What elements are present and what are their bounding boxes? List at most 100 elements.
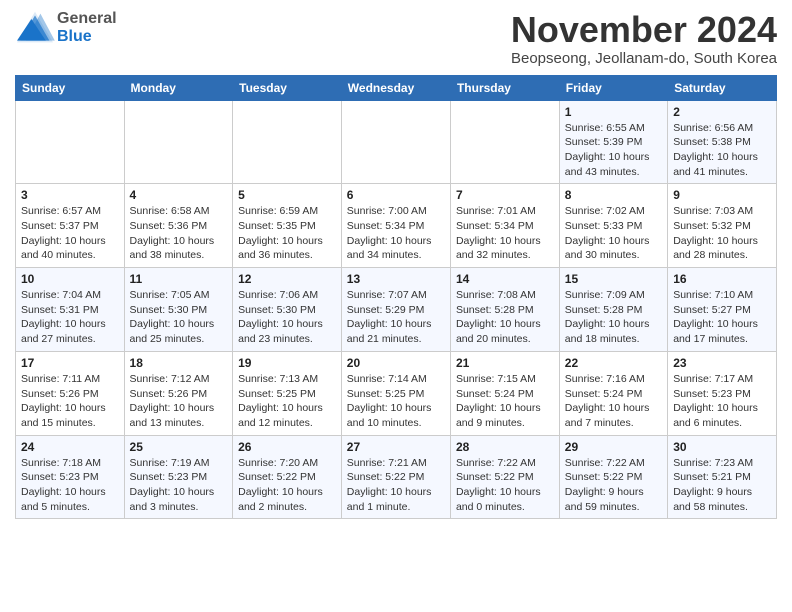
calendar-cell [124, 100, 233, 184]
day-number: 21 [456, 356, 554, 370]
day-info: Sunrise: 7:08 AM Sunset: 5:28 PM Dayligh… [456, 288, 554, 347]
calendar-cell: 11 Sunrise: 7:05 AM Sunset: 5:30 PM Dayli… [124, 268, 233, 352]
day-info: Sunrise: 7:09 AM Sunset: 5:28 PM Dayligh… [565, 288, 662, 347]
day-info: Sunrise: 6:57 AM Sunset: 5:37 PM Dayligh… [21, 204, 119, 263]
calendar-cell: 16 Sunrise: 7:10 AM Sunset: 5:27 PM Dayli… [668, 268, 777, 352]
day-info: Sunrise: 7:22 AM Sunset: 5:22 PM Dayligh… [456, 456, 554, 515]
calendar-cell: 17 Sunrise: 7:11 AM Sunset: 5:26 PM Dayli… [16, 351, 125, 435]
day-number: 8 [565, 188, 662, 202]
day-number: 15 [565, 272, 662, 286]
day-info: Sunrise: 7:16 AM Sunset: 5:24 PM Dayligh… [565, 372, 662, 431]
day-number: 11 [130, 272, 228, 286]
page-header: General Blue November 2024 Beopseong, Je… [15, 10, 777, 67]
calendar-week-1: 1 Sunrise: 6:55 AM Sunset: 5:39 PM Daylig… [16, 100, 777, 184]
calendar-week-4: 17 Sunrise: 7:11 AM Sunset: 5:26 PM Dayli… [16, 351, 777, 435]
calendar-cell: 29 Sunrise: 7:22 AM Sunset: 5:22 PM Dayli… [559, 435, 667, 519]
calendar-week-5: 24 Sunrise: 7:18 AM Sunset: 5:23 PM Dayli… [16, 435, 777, 519]
month-title: November 2024 [511, 10, 777, 50]
day-info: Sunrise: 7:04 AM Sunset: 5:31 PM Dayligh… [21, 288, 119, 347]
calendar-cell [16, 100, 125, 184]
calendar-cell: 5Sunrise: 6:59 AM Sunset: 5:35 PM Daylig… [233, 184, 342, 268]
header-wednesday: Wednesday [341, 75, 450, 100]
day-info: Sunrise: 7:18 AM Sunset: 5:23 PM Dayligh… [21, 456, 119, 515]
day-number: 1 [565, 105, 662, 119]
day-info: Sunrise: 7:22 AM Sunset: 5:22 PM Dayligh… [565, 456, 662, 515]
calendar-header-row: SundayMondayTuesdayWednesdayThursdayFrid… [16, 75, 777, 100]
calendar-cell: 15 Sunrise: 7:09 AM Sunset: 5:28 PM Dayli… [559, 268, 667, 352]
day-info: Sunrise: 7:17 AM Sunset: 5:23 PM Dayligh… [673, 372, 771, 431]
day-info: Sunrise: 7:12 AM Sunset: 5:26 PM Dayligh… [130, 372, 228, 431]
calendar-cell: 1 Sunrise: 6:55 AM Sunset: 5:39 PM Daylig… [559, 100, 667, 184]
calendar-cell: 10 Sunrise: 7:04 AM Sunset: 5:31 PM Dayli… [16, 268, 125, 352]
day-info: Sunrise: 7:15 AM Sunset: 5:24 PM Dayligh… [456, 372, 554, 431]
day-number: 17 [21, 356, 119, 370]
day-number: 2 [673, 105, 771, 119]
header-saturday: Saturday [668, 75, 777, 100]
logo-text: General Blue [57, 10, 117, 45]
day-number: 28 [456, 440, 554, 454]
calendar-cell: 28 Sunrise: 7:22 AM Sunset: 5:22 PM Dayli… [450, 435, 559, 519]
calendar-cell: 14 Sunrise: 7:08 AM Sunset: 5:28 PM Dayli… [450, 268, 559, 352]
day-number: 6 [347, 188, 445, 202]
location: Beopseong, Jeollanam-do, South Korea [511, 50, 777, 67]
calendar-cell: 25 Sunrise: 7:19 AM Sunset: 5:23 PM Dayli… [124, 435, 233, 519]
day-number: 19 [238, 356, 336, 370]
calendar-cell: 12 Sunrise: 7:06 AM Sunset: 5:30 PM Dayli… [233, 268, 342, 352]
calendar-cell: 13Sunrise: 7:07 AM Sunset: 5:29 PM Dayli… [341, 268, 450, 352]
calendar-cell: 8 Sunrise: 7:02 AM Sunset: 5:33 PM Daylig… [559, 184, 667, 268]
day-info: Sunrise: 6:56 AM Sunset: 5:38 PM Dayligh… [673, 121, 771, 180]
header-tuesday: Tuesday [233, 75, 342, 100]
day-number: 12 [238, 272, 336, 286]
logo-blue: Blue [57, 28, 117, 46]
day-info: Sunrise: 6:55 AM Sunset: 5:39 PM Dayligh… [565, 121, 662, 180]
calendar-cell: 26 Sunrise: 7:20 AM Sunset: 5:22 PM Dayli… [233, 435, 342, 519]
day-info: Sunrise: 7:21 AM Sunset: 5:22 PM Dayligh… [347, 456, 445, 515]
calendar-cell: 9 Sunrise: 7:03 AM Sunset: 5:32 PM Daylig… [668, 184, 777, 268]
day-number: 5 [238, 188, 336, 202]
header-thursday: Thursday [450, 75, 559, 100]
day-number: 24 [21, 440, 119, 454]
day-number: 29 [565, 440, 662, 454]
calendar-cell: 27 Sunrise: 7:21 AM Sunset: 5:22 PM Dayli… [341, 435, 450, 519]
day-number: 30 [673, 440, 771, 454]
calendar-cell: 23 Sunrise: 7:17 AM Sunset: 5:23 PM Dayli… [668, 351, 777, 435]
day-info: Sunrise: 7:10 AM Sunset: 5:27 PM Dayligh… [673, 288, 771, 347]
header-sunday: Sunday [16, 75, 125, 100]
calendar-table: SundayMondayTuesdayWednesdayThursdayFrid… [15, 75, 777, 520]
day-info: Sunrise: 7:03 AM Sunset: 5:32 PM Dayligh… [673, 204, 771, 263]
title-block: November 2024 Beopseong, Jeollanam-do, S… [511, 10, 777, 67]
day-info: Sunrise: 7:05 AM Sunset: 5:30 PM Dayligh… [130, 288, 228, 347]
day-number: 27 [347, 440, 445, 454]
day-number: 26 [238, 440, 336, 454]
calendar-cell: 4Sunrise: 6:58 AM Sunset: 5:36 PM Daylig… [124, 184, 233, 268]
calendar-cell: 21 Sunrise: 7:15 AM Sunset: 5:24 PM Dayli… [450, 351, 559, 435]
day-info: Sunrise: 7:20 AM Sunset: 5:22 PM Dayligh… [238, 456, 336, 515]
calendar-cell: 19Sunrise: 7:13 AM Sunset: 5:25 PM Dayli… [233, 351, 342, 435]
day-number: 25 [130, 440, 228, 454]
calendar-week-2: 3Sunrise: 6:57 AM Sunset: 5:37 PM Daylig… [16, 184, 777, 268]
day-number: 10 [21, 272, 119, 286]
header-monday: Monday [124, 75, 233, 100]
calendar-cell [450, 100, 559, 184]
calendar-cell: 6 Sunrise: 7:00 AM Sunset: 5:34 PM Daylig… [341, 184, 450, 268]
day-info: Sunrise: 7:19 AM Sunset: 5:23 PM Dayligh… [130, 456, 228, 515]
day-number: 23 [673, 356, 771, 370]
logo-icon [15, 10, 55, 46]
day-number: 9 [673, 188, 771, 202]
calendar-cell: 20 Sunrise: 7:14 AM Sunset: 5:25 PM Dayli… [341, 351, 450, 435]
calendar-cell: 30Sunrise: 7:23 AM Sunset: 5:21 PM Dayli… [668, 435, 777, 519]
day-number: 16 [673, 272, 771, 286]
day-info: Sunrise: 7:11 AM Sunset: 5:26 PM Dayligh… [21, 372, 119, 431]
calendar-cell [341, 100, 450, 184]
day-info: Sunrise: 7:00 AM Sunset: 5:34 PM Dayligh… [347, 204, 445, 263]
calendar-week-3: 10 Sunrise: 7:04 AM Sunset: 5:31 PM Dayli… [16, 268, 777, 352]
calendar-cell [233, 100, 342, 184]
calendar-cell: 2 Sunrise: 6:56 AM Sunset: 5:38 PM Daylig… [668, 100, 777, 184]
day-info: Sunrise: 7:02 AM Sunset: 5:33 PM Dayligh… [565, 204, 662, 263]
day-info: Sunrise: 7:14 AM Sunset: 5:25 PM Dayligh… [347, 372, 445, 431]
day-number: 14 [456, 272, 554, 286]
day-info: Sunrise: 7:06 AM Sunset: 5:30 PM Dayligh… [238, 288, 336, 347]
day-number: 18 [130, 356, 228, 370]
day-number: 20 [347, 356, 445, 370]
logo: General Blue [15, 10, 117, 46]
